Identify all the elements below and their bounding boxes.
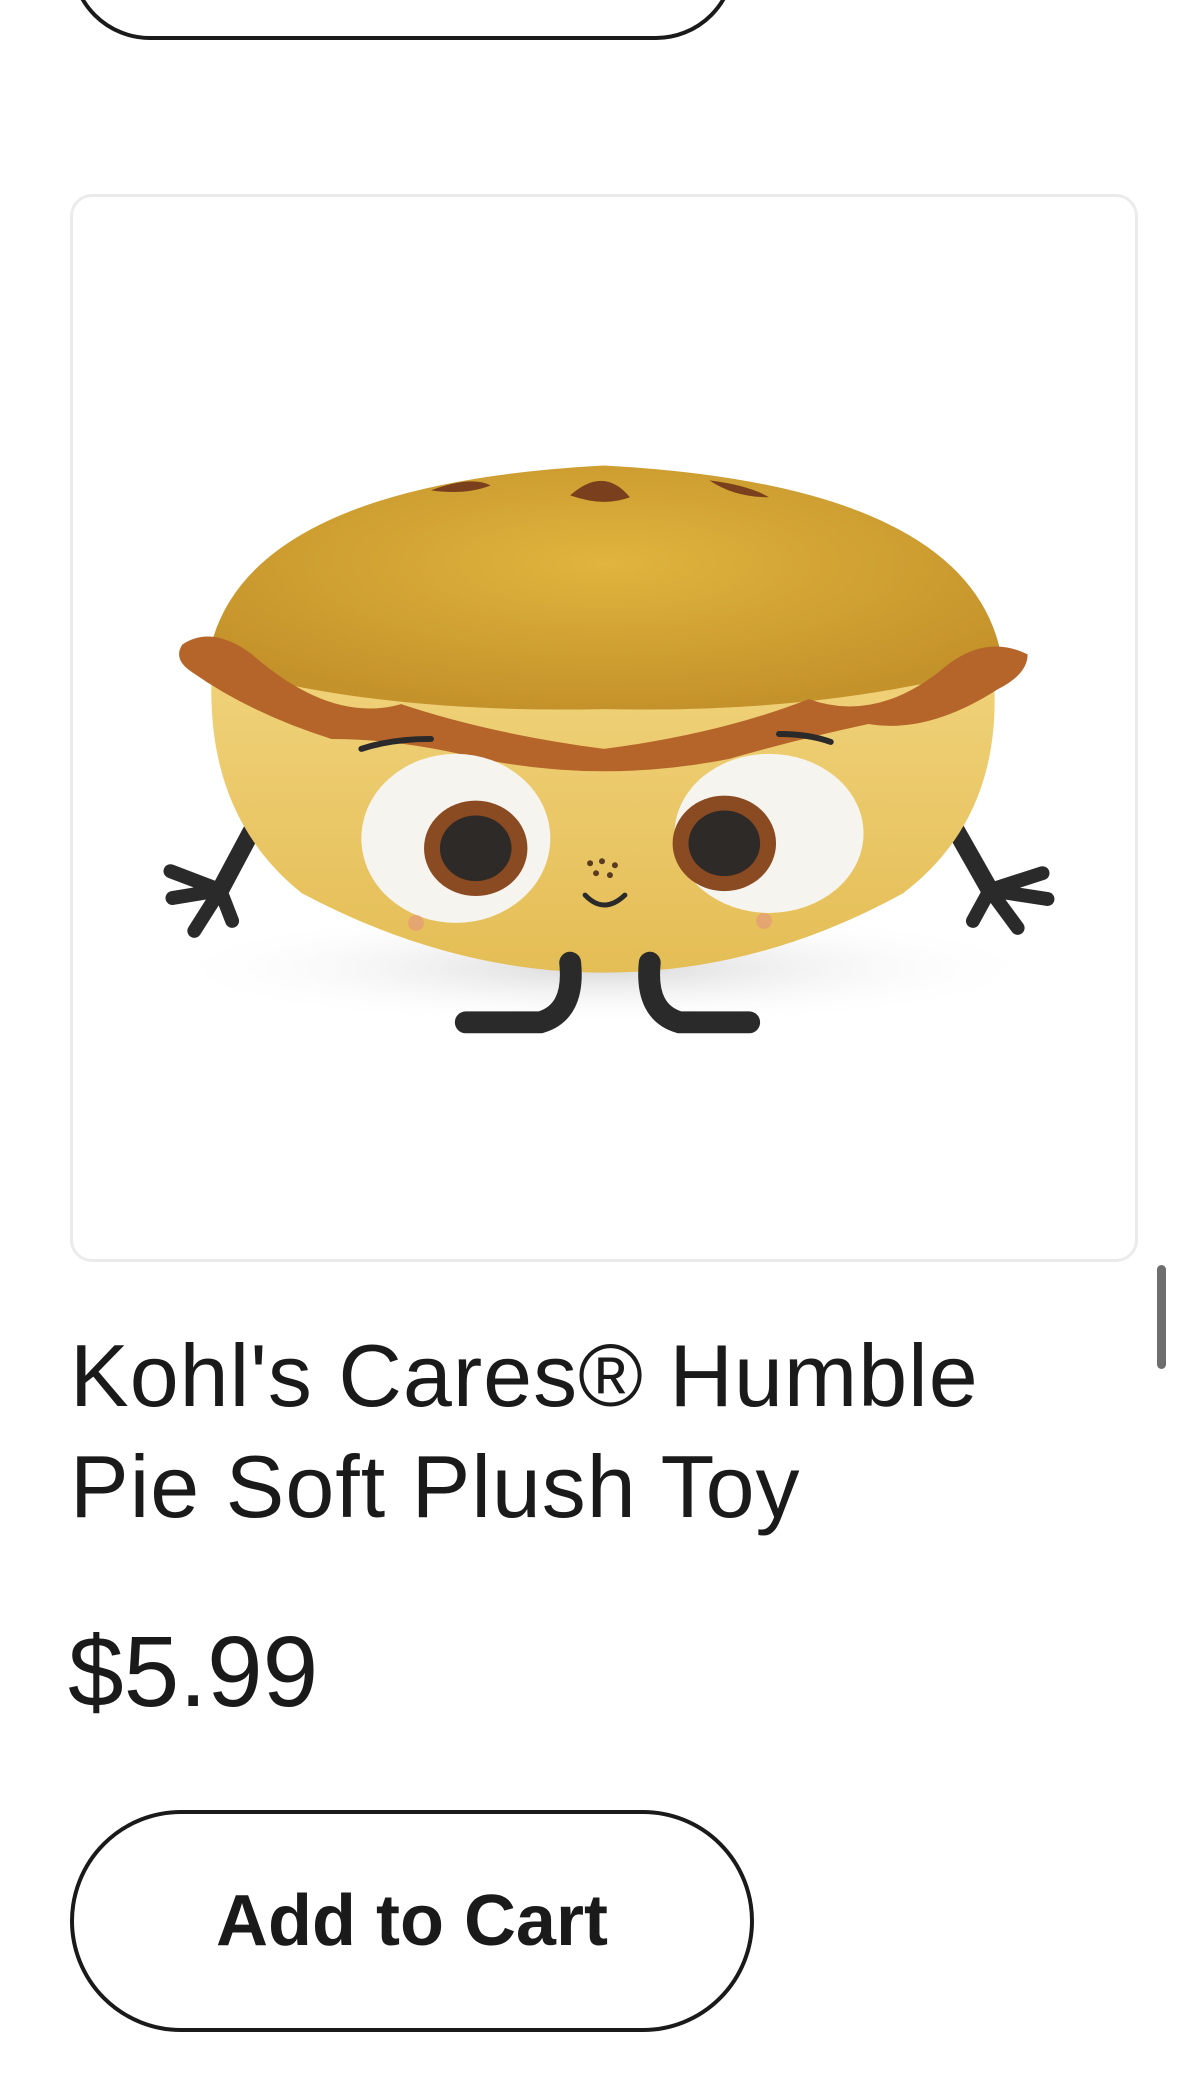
scrollbar-thumb[interactable] [1157, 1265, 1166, 1369]
product-list-viewport[interactable]: Kohl's Cares® Humble Pie Soft Plush Toy … [0, 0, 1178, 2096]
product-title[interactable]: Kohl's Cares® Humble Pie Soft Plush Toy [70, 1320, 1090, 1542]
add-to-cart-button[interactable]: Add to Cart [70, 1810, 754, 2032]
product-image-card[interactable] [70, 194, 1138, 1262]
previous-add-to-cart-button[interactable] [70, 0, 736, 40]
product-price: $5.99 [68, 1616, 319, 1728]
humble-pie-plush-image [156, 465, 1055, 1034]
add-to-cart-label: Add to Cart [216, 1881, 608, 1961]
